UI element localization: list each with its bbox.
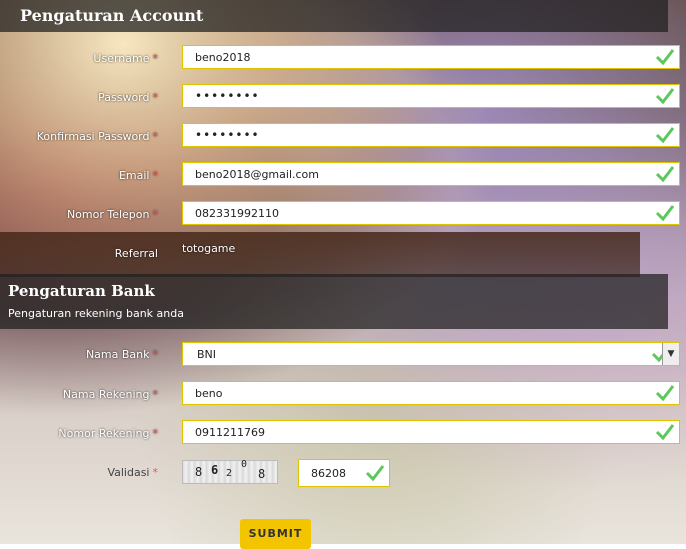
bank-name-select[interactable]: BNI ▼ (182, 342, 680, 366)
check-icon (655, 385, 675, 402)
validation-label-text: Validasi (107, 466, 150, 479)
captcha-char: 8 (258, 467, 266, 481)
account-number-label-text: Nomor Rekening (58, 427, 150, 440)
required-mark: * (152, 52, 159, 65)
captcha-char: 2 (226, 468, 233, 479)
password-label: Password * (98, 91, 158, 104)
check-icon (655, 205, 675, 222)
bank-section-title: Pengaturan Bank (8, 282, 155, 300)
email-label: Email * (119, 169, 158, 182)
required-mark: * (152, 427, 159, 440)
account-name-value: beno (195, 387, 223, 400)
email-input[interactable]: beno2018@gmail.com (182, 162, 680, 186)
referral-label-text: Referral (114, 247, 158, 260)
phone-label: Nomor Telepon * (67, 208, 158, 221)
password-value: •••••••• (195, 89, 260, 103)
password-label-text: Password (98, 91, 150, 104)
confirm-password-value: •••••••• (195, 128, 260, 142)
check-icon (655, 166, 675, 183)
captcha-image: 8 6 2 0 8 (182, 459, 278, 484)
check-icon (365, 465, 385, 482)
phone-label-text: Nomor Telepon (66, 208, 150, 221)
required-mark: * (152, 388, 159, 401)
account-number-input[interactable]: 0911211769 (182, 420, 680, 444)
account-name-input[interactable]: beno (182, 381, 680, 405)
bank-name-label-text: Nama Bank (85, 348, 150, 361)
captcha-value: 86208 (311, 467, 346, 480)
email-label-text: Email (118, 169, 150, 182)
confirm-password-label-text: Konfirmasi Password (36, 130, 150, 143)
chevron-down-icon[interactable]: ▼ (662, 343, 679, 365)
account-name-label: Nama Rekening * (63, 388, 158, 401)
captcha-char: 0 (241, 459, 248, 470)
bank-name-label: Nama Bank * (86, 348, 158, 361)
check-icon (655, 127, 675, 144)
username-value: beno2018 (195, 51, 251, 64)
background-wood-strip (0, 232, 640, 277)
phone-input[interactable]: 082331992110 (182, 201, 680, 225)
account-number-label: Nomor Rekening * (58, 427, 158, 440)
referral-label: Referral (115, 247, 158, 260)
required-mark: * (152, 91, 159, 104)
validation-label: Validasi * (107, 466, 158, 479)
bank-section-header: Pengaturan Bank Pengaturan rekening bank… (0, 274, 668, 329)
captcha-char: 8 (195, 465, 203, 479)
confirm-password-input[interactable]: •••••••• (182, 123, 680, 147)
captcha-input[interactable]: 86208 (298, 459, 390, 487)
account-section-header: Pengaturan Account (0, 0, 668, 32)
account-name-label-text: Nama Rekening (62, 388, 150, 401)
referral-value: totogame (182, 242, 236, 255)
required-mark: * (152, 208, 159, 221)
captcha-char: 6 (211, 463, 219, 477)
submit-button[interactable]: SUBMIT (240, 519, 311, 549)
check-icon (655, 49, 675, 66)
required-mark: * (152, 130, 159, 143)
required-mark: * (152, 169, 159, 182)
bank-section-subtitle: Pengaturan rekening bank anda (8, 307, 184, 320)
account-number-value: 0911211769 (195, 426, 265, 439)
confirm-password-label: Konfirmasi Password * (37, 130, 158, 143)
password-input[interactable]: •••••••• (182, 84, 680, 108)
check-icon (655, 88, 675, 105)
username-label: Username * (93, 52, 158, 65)
email-value: beno2018@gmail.com (195, 168, 319, 181)
bank-name-value: BNI (197, 348, 217, 361)
account-section-title: Pengaturan Account (20, 6, 204, 25)
required-mark: * (152, 466, 159, 479)
required-mark: * (152, 348, 159, 361)
phone-value: 082331992110 (195, 207, 279, 220)
check-icon (655, 424, 675, 441)
username-label-text: Username (93, 52, 150, 65)
username-input[interactable]: beno2018 (182, 45, 680, 69)
